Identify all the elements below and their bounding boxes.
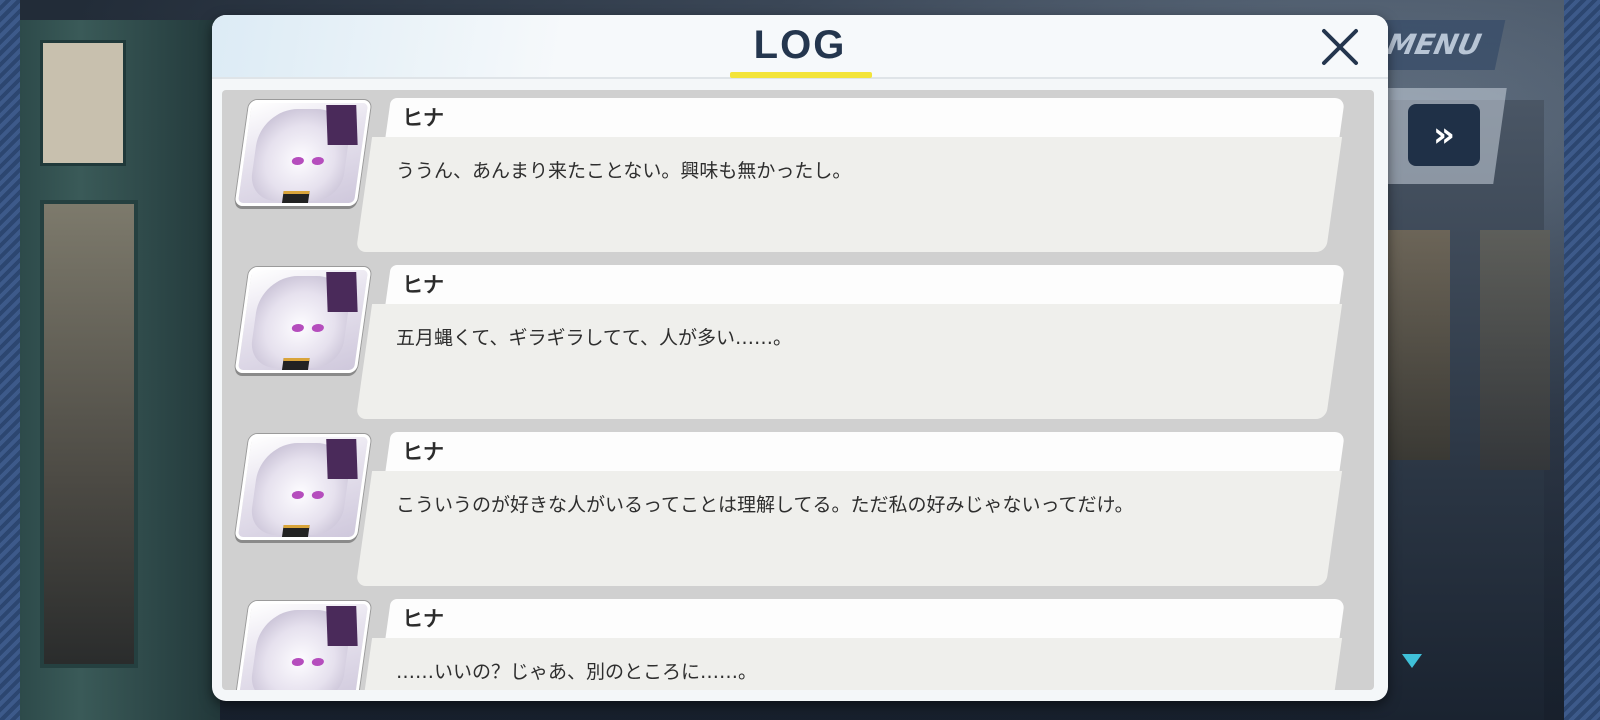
character-avatar [234, 100, 372, 206]
dialogue-bubble [355, 304, 1343, 419]
log-title: LOG [753, 23, 847, 67]
speaker-name-bar [385, 599, 1345, 641]
character-avatar [234, 434, 372, 540]
speaker-name-bar [385, 265, 1345, 307]
log-list[interactable]: ヒナ ううん、あんまり来たことない。興味も無かったし。 ヒナ 五月蝿くて、ギラギ… [222, 90, 1374, 690]
speaker-name: ヒナ [402, 273, 444, 297]
log-header: LOG [212, 15, 1388, 79]
character-avatar [234, 601, 372, 690]
dialogue-bubble [355, 137, 1343, 252]
shop-sign [40, 40, 126, 166]
display-window [1380, 230, 1450, 460]
speaker-name: ヒナ [402, 106, 444, 130]
character-avatar [234, 267, 372, 373]
speaker-name: ヒナ [402, 440, 444, 464]
dialogue-text: ううん、あんまり来たことない。興味も無かったし。 [396, 160, 852, 182]
display-window [1480, 230, 1550, 470]
dialogue-text: こういうのが好きな人がいるってことは理解してる。ただ私の好みじゃないってだけ。 [396, 494, 1134, 516]
dialogue-text: ……いいの？じゃあ、別のところに……。 [396, 661, 758, 683]
dialogue-text: 五月蝿くて、ギラギラしてて、人が多い……。 [396, 327, 792, 349]
next-indicator-icon [1402, 654, 1422, 668]
speaker-name-bar [385, 98, 1345, 140]
speaker-name: ヒナ [402, 607, 444, 631]
right-frame-border [1564, 0, 1600, 720]
log-entry: ヒナ こういうのが好きな人がいるってことは理解してる。ただ私の好みじゃないってだ… [222, 424, 1374, 586]
speaker-name-bar [385, 432, 1345, 474]
left-frame-border [0, 0, 20, 720]
title-underline [730, 72, 872, 78]
log-entry: ヒナ ううん、あんまり来たことない。興味も無かったし。 [222, 90, 1374, 252]
shop-window [40, 200, 138, 668]
dialogue-bubble [355, 471, 1343, 586]
double-chevron-right-icon: » [1433, 115, 1455, 155]
log-entry: ヒナ ……いいの？じゃあ、別のところに……。 [222, 591, 1374, 690]
close-x-icon [1322, 29, 1358, 65]
log-entry: ヒナ 五月蝿くて、ギラギラしてて、人が多い……。 [222, 257, 1374, 419]
close-button[interactable] [1316, 23, 1364, 71]
fast-forward-button[interactable]: » [1408, 104, 1480, 166]
log-dialog: LOG ヒナ ううん、あんまり来たことない。興味も無かったし。 ヒナ 五月蝿くて… [212, 15, 1388, 701]
